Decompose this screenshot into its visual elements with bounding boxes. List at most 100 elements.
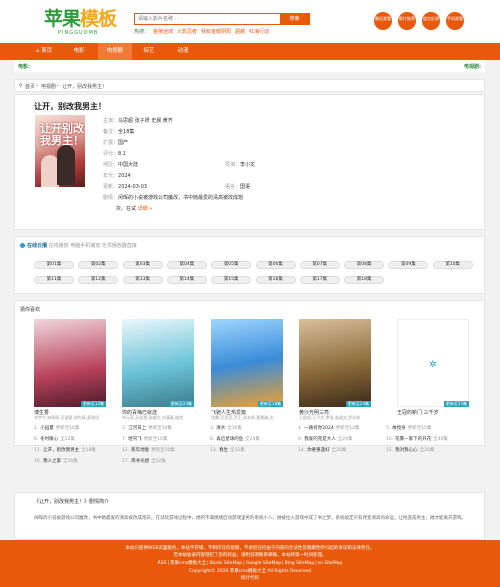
template-link[interactable]: 苹果cms模板大全: [170, 561, 206, 566]
episode-button[interactable]: 第17集: [299, 276, 340, 284]
rec-card[interactable]: 更新至18集 飞驰人生热爱篇 沈腾,范丞丞,尹正,张本煜,黄景瑜,沈: [211, 319, 283, 420]
footer-stats: 统计代码: [241, 576, 259, 581]
episode-button[interactable]: 第15集: [211, 276, 252, 284]
rank-number: 9.: [298, 437, 303, 442]
episode-button[interactable]: 第16集: [255, 276, 296, 284]
info-language: 语言：国语: [225, 184, 251, 190]
bing-sitemap-link[interactable]: Bing SiteMap: [285, 561, 315, 566]
info-extend: 扩展：国产: [103, 140, 129, 146]
rank-item[interactable]: 2. 江河日上 更新至30集: [122, 425, 172, 431]
episode-button[interactable]: 第08集: [344, 261, 385, 269]
rec-card[interactable]: 更新至23集 你的青梅已就选 刘元家,吕丝悦,张婉文,刘满春,姚良: [122, 319, 194, 420]
rank-title: 南寻光想: [131, 459, 150, 464]
episode-button[interactable]: 第10集: [432, 261, 473, 269]
rank-item[interactable]: 7. 哈刊飞 更新至16集: [122, 436, 168, 442]
rank-number: 4.: [298, 426, 303, 431]
rank-item[interactable]: 11. 让开，别改我男主 全18集: [34, 447, 96, 453]
more-link[interactable]: 详细 »: [138, 206, 153, 212]
episode-button[interactable]: 第12集: [78, 276, 119, 284]
hot-keyword[interactable]: 红海行动: [249, 29, 269, 35]
episode-button[interactable]: 第03集: [122, 261, 163, 269]
home-icon: ⌂: [35, 48, 40, 54]
rank-item[interactable]: 3. 清水 全16集: [210, 425, 242, 431]
google-sitemap-link[interactable]: Google SiteMap: [246, 561, 281, 566]
breadcrumb-category[interactable]: 电视剧: [41, 83, 56, 90]
rec-card[interactable]: 更新至12集 博生香 刘宇宁,林周晖,可爱客,胡先杨,蔡恩坦: [34, 319, 106, 420]
breadcrumb-home[interactable]: 首页: [25, 83, 35, 90]
rank-title: 我对我心心: [395, 448, 418, 453]
rec-heading: 猜你喜欢: [20, 307, 41, 313]
video-poster[interactable]: 让开别改我男主！: [35, 115, 85, 187]
tv-category-link[interactable]: 电视剧:: [464, 63, 481, 70]
rank-item[interactable]: 1. 小园夏 更新至16集: [34, 425, 80, 431]
update-badge: 更新至23集: [168, 401, 194, 407]
rank-status: 全31集: [230, 448, 245, 453]
rank-number: 7.: [122, 437, 127, 442]
episode-button[interactable]: 第04集: [166, 261, 207, 269]
nav-item-home[interactable]: ⌂ 首页: [30, 43, 58, 60]
rank-title: 一路有你2024: [304, 426, 334, 431]
rank-item[interactable]: 13. 春生 全31集: [210, 447, 245, 453]
rank-number: 3.: [210, 426, 215, 431]
update-badge: 更新至12集: [80, 401, 106, 407]
episode-button[interactable]: 第02集: [78, 261, 119, 269]
site-header: 苹果模板 PINGGUOMB 搜索 热搜：金陵迷城火影忍者我有金眼阴阳超越红海行…: [0, 0, 500, 43]
episode-button[interactable]: 第01集: [34, 261, 74, 269]
rank-status: 更新至16集: [143, 437, 168, 442]
rss-link[interactable]: RSS: [158, 561, 167, 566]
baidu-sitemap-link[interactable]: Baidu SiteMap: [210, 561, 242, 566]
so-sitemap-link[interactable]: so SiteMap: [318, 561, 343, 566]
info-year: 年代：2024: [103, 173, 131, 179]
rank-status: 全12集: [60, 437, 76, 442]
episode-button[interactable]: 第05集: [211, 261, 252, 269]
movie-category-link[interactable]: 电影:: [18, 63, 30, 70]
rank-item[interactable]: 14. 你要重逢好 全20集: [298, 447, 346, 453]
episode-button[interactable]: 第14集: [166, 276, 207, 284]
rank-item[interactable]: 12. 惹年地誓 更新至10集: [122, 447, 175, 453]
update-badge: 更新至24集: [345, 401, 371, 407]
site-logo[interactable]: 苹果模板 PINGGUOMB: [44, 8, 117, 38]
recent-watch-button[interactable]: 最近观看: [374, 12, 392, 30]
episode-button[interactable]: 第13集: [122, 276, 163, 284]
rank-title: 哈刊飞: [128, 437, 142, 442]
hot-keyword[interactable]: 超越: [235, 29, 245, 35]
nav-label: 首页: [41, 48, 53, 54]
nav-item-anime[interactable]: 动漫: [166, 43, 200, 60]
rank-item[interactable]: 8. 再启星球的鱼 全20集: [210, 436, 260, 442]
rank-number: 17.: [122, 459, 130, 464]
rank-item[interactable]: 17. 南寻光想 全32集: [122, 458, 166, 464]
nav-item-variety[interactable]: 综艺: [134, 43, 164, 60]
episode-button[interactable]: 第06集: [255, 261, 296, 269]
rank-title: 春生: [219, 448, 229, 453]
feedback-button[interactable]: 留言反馈: [422, 12, 440, 30]
rank-item[interactable]: 6. 冬时暖心 全12集: [34, 436, 75, 442]
nav-item-tv[interactable]: 电视剧: [98, 43, 132, 60]
plot-heading: 《让开，别改我男主！》剧情简介: [34, 499, 110, 505]
card-title: 王冠的新门 三千岁: [397, 410, 439, 416]
episode-button[interactable]: 第09集: [388, 261, 429, 269]
footer-disclaimer: 本站只提供WEB页面服务，本站不存储、不制作任何视频，不承担任何由于内容的合法性…: [125, 546, 375, 551]
rec-card[interactable]: 更新至24集 黄沙光明三亮 王俊凯,王子文,李强,张颂文,罗志祥: [299, 319, 371, 420]
nav-item-movie[interactable]: 电影: [62, 43, 96, 60]
rank-item[interactable]: 16. 像人之家 全30集: [34, 458, 78, 464]
episode-button[interactable]: 第07集: [299, 261, 340, 269]
rank-item[interactable]: 4. 一路有你2024 更新至14集: [298, 425, 359, 431]
hot-keyword[interactable]: 火影忍者: [177, 29, 197, 35]
rank-item[interactable]: 15. 我对我心心 全20集: [386, 447, 434, 453]
rank-item[interactable]: 10. 花雾一家下的开花 全40集: [386, 436, 448, 442]
hot-keyword[interactable]: 我有金眼阴阳: [201, 29, 231, 35]
rank-item[interactable]: 5. 故授身 更新至15集: [386, 425, 432, 431]
mobile-watch-button[interactable]: 手机观看: [446, 12, 464, 30]
episode-button[interactable]: 第11集: [34, 276, 74, 284]
source-name[interactable]: 在线云播: [27, 243, 47, 249]
card-poster: ✲: [397, 319, 469, 407]
episode-button[interactable]: 第18集: [344, 276, 385, 284]
hot-keyword[interactable]: 金陵迷城: [153, 29, 173, 35]
rec-card[interactable]: ✲ 更新至15集 王冠的新门 三千岁: [397, 319, 469, 419]
logo-subtext: PINGGUOMB: [58, 30, 99, 36]
search-input[interactable]: [135, 14, 280, 24]
search-button[interactable]: 搜索: [280, 14, 309, 24]
rank-item[interactable]: 9. 我爱的完是大人 全24集: [298, 436, 353, 442]
recommend-button[interactable]: 影片推荐: [398, 12, 416, 30]
footer-copyright: Copyright© 2020 苹果cms模板大全 All Rights Res…: [188, 569, 311, 574]
